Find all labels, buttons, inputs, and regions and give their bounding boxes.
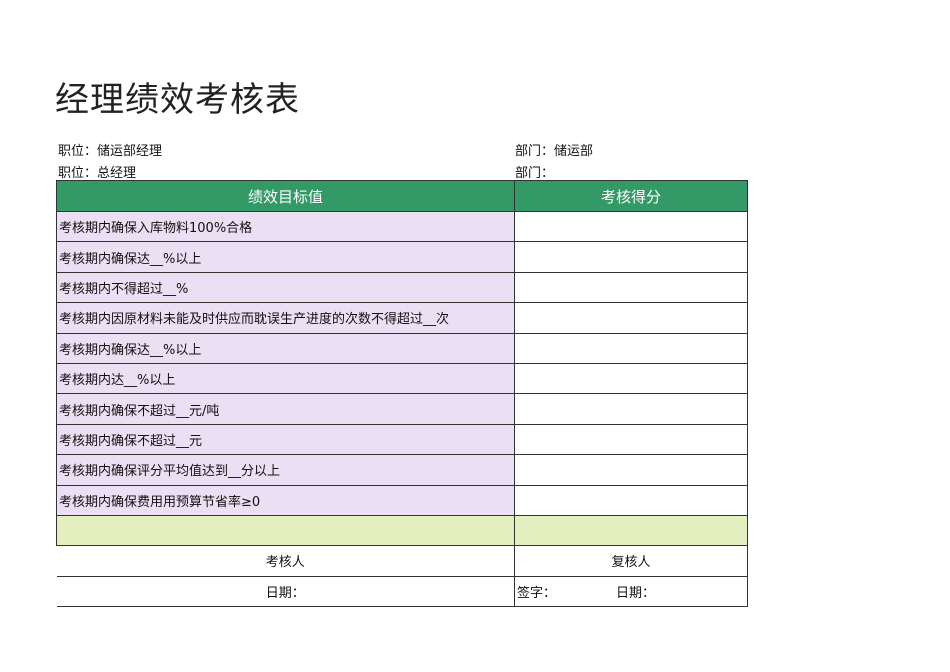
- blank-cell[interactable]: [56, 514, 515, 547]
- table-row: 考核期内确保评分平均值达到__分以上: [56, 454, 748, 486]
- department-2: 部门：: [515, 166, 555, 181]
- header-score: 考核得分: [514, 180, 748, 212]
- table-row: 考核期内达__%以上: [56, 362, 748, 395]
- blank-score-cell[interactable]: [514, 514, 748, 547]
- goal-cell: 考核期内确保不超过__元/吨: [56, 393, 515, 425]
- score-cell[interactable]: [514, 393, 748, 425]
- sign-date-cell[interactable]: 签字： 日期：: [514, 575, 748, 608]
- goal-cell: 考核期内不得超过__%: [56, 271, 515, 304]
- page-title: 经理绩效考核表: [55, 80, 300, 120]
- assessor-label: 考核人: [56, 545, 515, 577]
- goal-cell: 考核期内因原材料未能及时供应而耽误生产进度的次数不得超过__次: [56, 302, 515, 334]
- table-row: 考核期内确保入库物料100%合格: [56, 210, 748, 243]
- goal-cell: 考核期内确保费用用预算节省率≥0: [56, 484, 515, 516]
- table-row: 考核期内不得超过__%: [56, 271, 748, 304]
- assessment-table: 绩效目标值 考核得分 考核期内确保入库物料100%合格 考核期内确保达__%以上 考核…: [56, 180, 748, 608]
- header-goal: 绩效目标值: [56, 180, 515, 212]
- page: 经理绩效考核表 职位：储运部经理 部门：储运部 职位：总经理 部门： 绩效目标值…: [0, 0, 950, 672]
- score-cell[interactable]: [514, 484, 748, 516]
- score-cell[interactable]: [514, 302, 748, 334]
- goal-cell: 考核期内确保入库物料100%合格: [56, 210, 515, 243]
- position-1: 职位：储运部经理: [58, 144, 163, 159]
- table-row: 考核期内确保费用用预算节省率≥0: [56, 484, 748, 516]
- score-cell[interactable]: [514, 423, 748, 456]
- goal-cell: 考核期内确保不超过__元: [56, 423, 515, 456]
- score-cell[interactable]: [514, 332, 748, 364]
- reviewer-label: 复核人: [514, 545, 748, 577]
- score-cell[interactable]: [514, 454, 748, 486]
- date-left[interactable]: 日期：: [56, 575, 515, 608]
- table-row: 考核期内确保达__%以上: [56, 241, 748, 273]
- table-row: 考核期内确保不超过__元: [56, 423, 748, 456]
- date-right: 日期：: [615, 585, 655, 601]
- table-row: 考核期内因原材料未能及时供应而耽误生产进度的次数不得超过__次: [56, 302, 748, 334]
- score-cell[interactable]: [514, 241, 748, 273]
- table-row: 考核期内确保达__%以上: [56, 332, 748, 364]
- sign-label: 签字：: [517, 585, 557, 601]
- score-cell[interactable]: [514, 210, 748, 243]
- goal-cell: 考核期内确保达__%以上: [56, 241, 515, 273]
- table-row: 考核期内确保不超过__元/吨: [56, 393, 748, 425]
- score-cell[interactable]: [514, 271, 748, 304]
- goal-cell: 考核期内达__%以上: [56, 362, 515, 395]
- goal-cell: 考核期内确保达__%以上: [56, 332, 515, 364]
- goal-cell: 考核期内确保评分平均值达到__分以上: [56, 454, 515, 486]
- department-1: 部门：储运部: [515, 144, 594, 159]
- position-2: 职位：总经理: [58, 166, 137, 181]
- score-cell[interactable]: [514, 362, 748, 395]
